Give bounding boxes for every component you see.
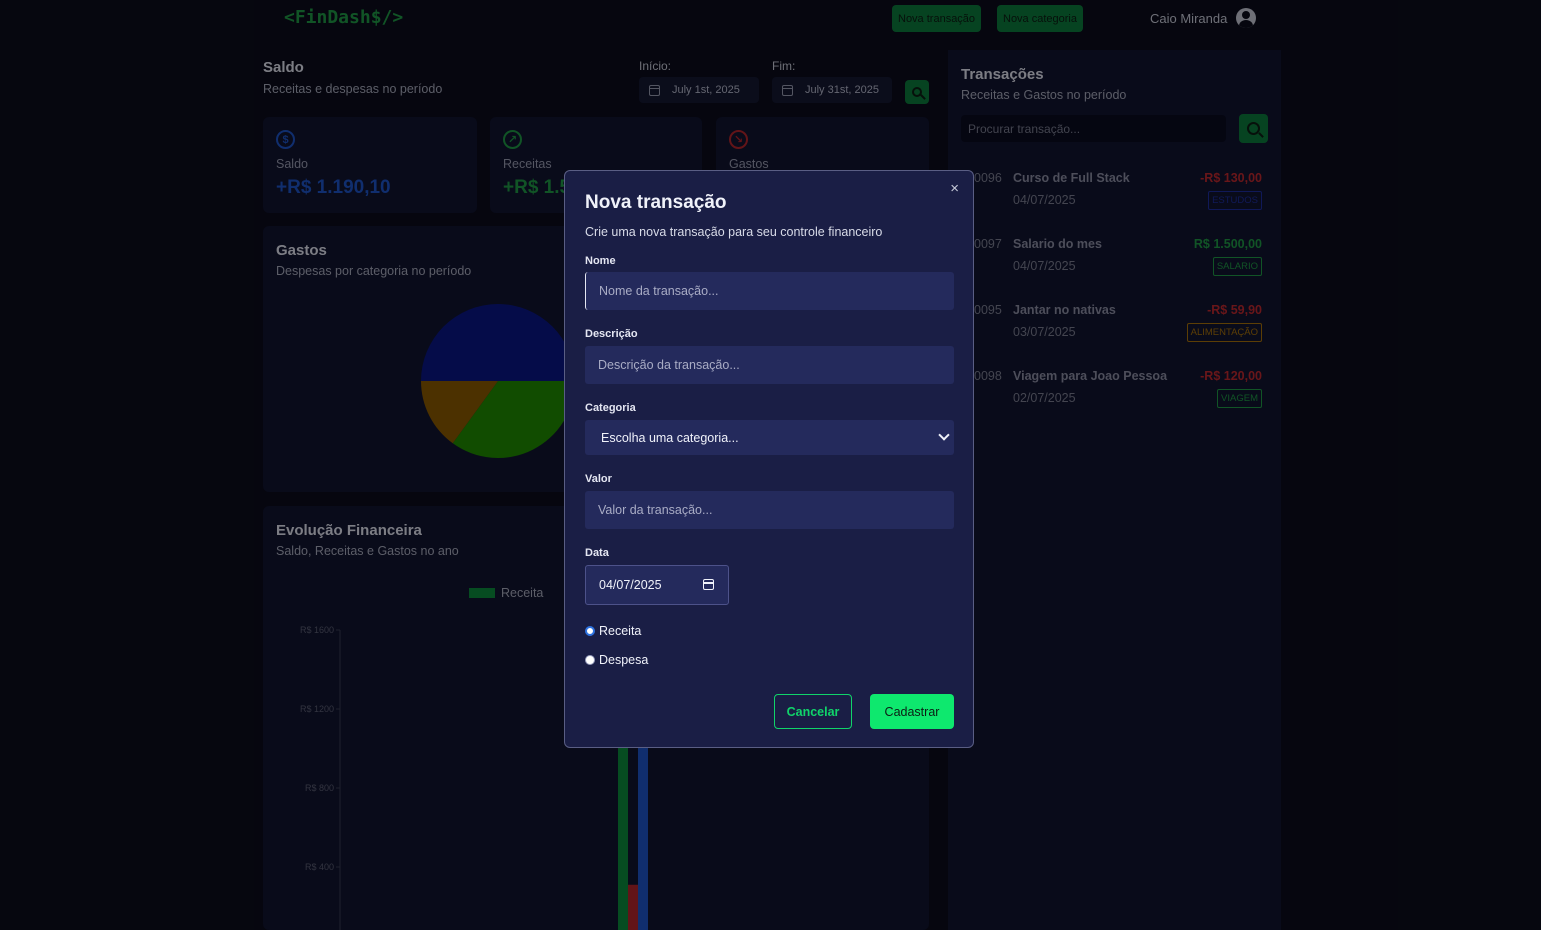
close-icon[interactable]: ×	[950, 180, 959, 197]
date-input[interactable]: 04/07/2025	[585, 565, 729, 605]
cancel-button[interactable]: Cancelar	[774, 694, 852, 729]
name-input[interactable]: Nome da transação...	[585, 272, 954, 310]
category-select[interactable]: Escolha uma categoria...	[585, 420, 954, 455]
date-label: Data	[585, 547, 609, 559]
name-label: Nome	[585, 255, 616, 267]
radio-expense[interactable]	[585, 655, 595, 665]
radio-income-label: Receita	[599, 624, 642, 638]
dialog-description: Crie uma nova transação para seu control…	[585, 225, 883, 239]
calendar-icon[interactable]	[703, 579, 714, 590]
radio-expense-label: Despesa	[599, 653, 649, 667]
category-select-value: Escolha uma categoria...	[601, 431, 739, 445]
radio-income-option[interactable]: Receita	[585, 624, 641, 638]
chevron-down-icon	[938, 429, 950, 441]
category-label: Categoria	[585, 402, 636, 414]
date-input-value: 04/07/2025	[599, 578, 662, 592]
radio-expense-option[interactable]: Despesa	[585, 653, 648, 667]
value-input[interactable]: Valor da transação...	[585, 491, 954, 529]
description-label: Descrição	[585, 328, 638, 340]
dialog-title: Nova transação	[585, 192, 727, 213]
radio-income[interactable]	[585, 626, 595, 636]
new-transaction-dialog: × Nova transação Crie uma nova transação…	[564, 170, 974, 748]
description-input[interactable]: Descrição da transação...	[585, 346, 954, 384]
submit-button[interactable]: Cadastrar	[870, 694, 954, 729]
value-label: Valor	[585, 473, 612, 485]
